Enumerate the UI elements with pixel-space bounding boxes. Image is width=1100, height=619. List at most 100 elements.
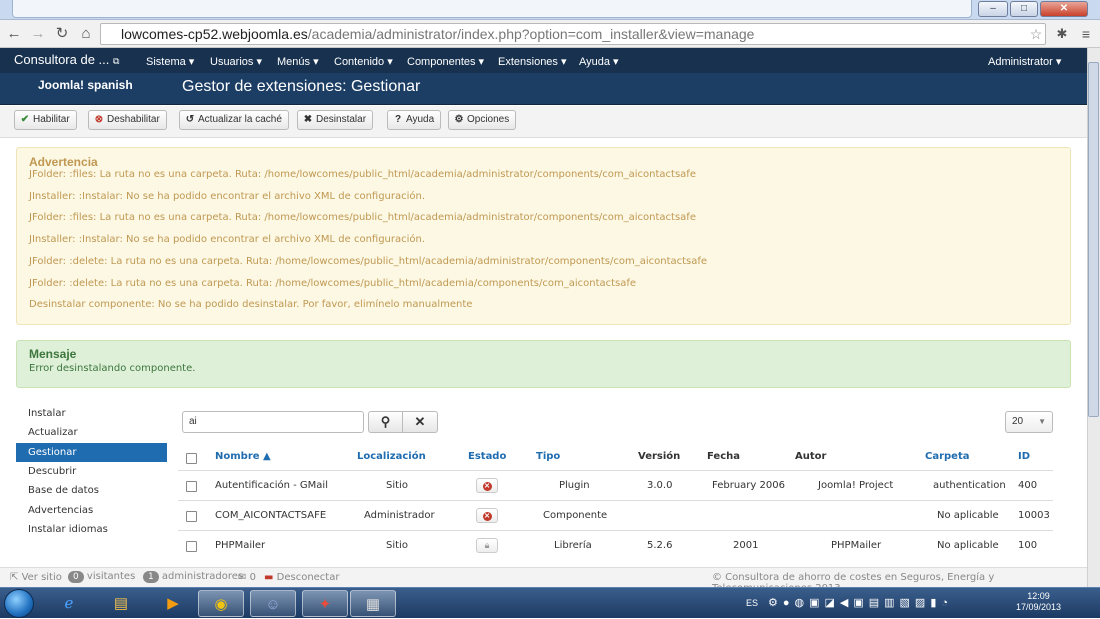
bookmark-star-icon[interactable]: ☆ bbox=[1026, 24, 1046, 44]
state-toggle[interactable]: ✕ bbox=[476, 478, 498, 493]
button-label: Opciones bbox=[467, 114, 510, 125]
column-header-id[interactable]: ID bbox=[1018, 451, 1030, 462]
logout-link[interactable]: ▬ Desconectar bbox=[264, 572, 339, 583]
row-checkbox[interactable] bbox=[186, 541, 197, 552]
start-button[interactable] bbox=[4, 589, 34, 618]
clock[interactable]: 12:09 17/09/2013 bbox=[1016, 591, 1061, 613]
acrobat-icon[interactable]: ✦ bbox=[302, 590, 348, 617]
cancel-icon: ⊗ bbox=[94, 114, 104, 125]
clear-search-button[interactable]: ✕ bbox=[403, 411, 438, 433]
sidebar-item-instalar[interactable]: Instalar bbox=[16, 404, 167, 423]
help-button[interactable]: ? Ayuda bbox=[387, 110, 442, 130]
folder-icon[interactable]: ▤ bbox=[98, 590, 144, 617]
clock-date: 17/09/2013 bbox=[1016, 602, 1062, 612]
home-icon[interactable]: ⌂ bbox=[76, 24, 96, 44]
sidebar-item-instalar-idiomas[interactable]: Instalar idiomas bbox=[16, 520, 167, 539]
row-checkbox[interactable] bbox=[186, 511, 197, 522]
site-brand[interactable]: Consultora de ... ⧉ bbox=[14, 52, 119, 67]
menu-sistema[interactable]: Sistema ▾ bbox=[146, 55, 194, 68]
view-site-label: Ver sitio bbox=[21, 572, 62, 583]
tray-icons[interactable]: ⚙●◍▣◪◀▣▤▥▧▨▮◔ bbox=[768, 596, 953, 609]
url-input[interactable]: lowcomes-cp52.webjoomla.es/academia/admi… bbox=[100, 23, 1046, 45]
cell-id: 10003 bbox=[1018, 510, 1050, 521]
cell-type: Plugin bbox=[559, 480, 590, 491]
page-header: Joomla! spanish Gestor de extensiones: G… bbox=[0, 73, 1087, 105]
column-header-date: Fecha bbox=[707, 451, 741, 462]
search-button[interactable]: ⚲ bbox=[368, 411, 403, 433]
scrollbar-thumb[interactable] bbox=[1088, 62, 1099, 417]
chevron-down-icon: ▼ bbox=[1038, 417, 1046, 426]
back-icon[interactable]: ← bbox=[4, 24, 24, 44]
url-domain: lowcomes-cp52.webjoomla.es bbox=[121, 26, 308, 42]
menu-extensiones[interactable]: Extensiones ▾ bbox=[498, 55, 567, 68]
row-checkbox[interactable] bbox=[186, 481, 197, 492]
sidebar-item-gestionar[interactable]: Gestionar bbox=[16, 443, 167, 462]
disable-button[interactable]: ⊗ Deshabilitar bbox=[88, 110, 167, 130]
close-window-button[interactable]: ✕ bbox=[1040, 1, 1088, 17]
admins-count: 1 bbox=[143, 571, 159, 583]
select-all-checkbox[interactable] bbox=[186, 453, 197, 464]
media-player-icon[interactable]: ▶ bbox=[150, 590, 196, 617]
users-app-icon[interactable]: ☺ bbox=[250, 590, 296, 617]
chrome-icon[interactable]: ◉ bbox=[198, 590, 244, 617]
visitors-badge: 0 visitantes bbox=[68, 571, 135, 583]
maximize-button[interactable]: □ bbox=[1010, 1, 1038, 17]
cell-id: 100 bbox=[1018, 540, 1038, 551]
cell-version: 5.2.6 bbox=[647, 540, 673, 551]
external-link-icon: ⧉ bbox=[113, 56, 120, 66]
site-brand-label: Consultora de ... bbox=[14, 52, 110, 67]
menu-componentes[interactable]: Componentes ▾ bbox=[407, 55, 484, 68]
state-toggle[interactable]: ✕ bbox=[476, 508, 498, 523]
gear-icon: ⚙ bbox=[454, 114, 464, 125]
sidebar-item-actualizar[interactable]: Actualizar bbox=[16, 423, 167, 442]
menu-icon[interactable]: ≡ bbox=[1076, 24, 1096, 44]
menu-menus[interactable]: Menús ▾ bbox=[277, 55, 319, 68]
reload-icon[interactable]: ↻ bbox=[52, 24, 72, 44]
sidebar-item-advertencias[interactable]: Advertencias bbox=[16, 501, 167, 520]
enable-button[interactable]: ✔ Habilitar bbox=[14, 110, 77, 130]
extension-icon[interactable]: ✱ bbox=[1052, 24, 1072, 44]
cell-type: Componente bbox=[543, 510, 608, 521]
browser-tab[interactable] bbox=[12, 0, 972, 18]
menu-usuarios[interactable]: Usuarios ▾ bbox=[210, 55, 262, 68]
column-header-name[interactable]: Nombre ▲ bbox=[215, 451, 271, 462]
disabled-icon: ✕ bbox=[482, 482, 492, 491]
forward-icon[interactable]: → bbox=[28, 24, 48, 44]
cell-author: PHPMailer bbox=[831, 540, 882, 551]
list-limit-select[interactable]: 20 ▼ bbox=[1005, 411, 1053, 433]
warning-line: JFolder: :delete: La ruta no es una carp… bbox=[29, 278, 637, 289]
visitors-label: visitantes bbox=[86, 571, 136, 582]
warning-line: JFolder: :files: La ruta no es una carpe… bbox=[29, 212, 696, 223]
column-header-location[interactable]: Localización bbox=[357, 451, 426, 462]
calculator-icon[interactable]: ▦ bbox=[350, 590, 396, 617]
menu-ayuda[interactable]: Ayuda ▾ bbox=[579, 55, 619, 68]
menu-label: Contenido bbox=[334, 56, 385, 68]
refresh-cache-button[interactable]: ↺ Actualizar la caché bbox=[179, 110, 289, 130]
cell-type: Librería bbox=[554, 540, 592, 551]
messages-link[interactable]: ✉ 0 bbox=[238, 572, 256, 583]
joomla-logo: Joomla! spanish bbox=[38, 78, 133, 92]
check-icon: ✔ bbox=[20, 114, 30, 125]
minimize-button[interactable]: – bbox=[978, 1, 1008, 17]
internet-explorer-icon[interactable]: ℯ bbox=[46, 590, 92, 617]
clock-time: 12:09 bbox=[1027, 591, 1050, 601]
user-menu[interactable]: Administrator ▾ bbox=[988, 55, 1061, 68]
column-header-type[interactable]: Tipo bbox=[536, 451, 560, 462]
button-label: Ayuda bbox=[406, 114, 435, 125]
uninstall-button[interactable]: ✖ Desinstalar bbox=[297, 110, 374, 130]
sidebar-item-base-de-datos[interactable]: Base de datos bbox=[16, 481, 167, 500]
language-indicator[interactable]: ES bbox=[746, 598, 758, 608]
sidebar-item-descubrir[interactable]: Descubrir bbox=[16, 462, 167, 481]
menu-contenido[interactable]: Contenido ▾ bbox=[334, 55, 393, 68]
column-header-folder[interactable]: Carpeta bbox=[925, 451, 970, 462]
cell-folder: authentication bbox=[933, 480, 1006, 491]
cell-name: COM_AICONTACTSAFE bbox=[215, 510, 327, 521]
search-input[interactable]: ai bbox=[182, 411, 364, 433]
table-row: Autentificación - GMail Sitio ✕ Plugin 3… bbox=[178, 470, 1053, 499]
button-label: Desinstalar bbox=[316, 114, 367, 125]
visitors-count: 0 bbox=[68, 571, 84, 583]
view-site-link[interactable]: ⇱ Ver sitio bbox=[10, 572, 62, 583]
options-button[interactable]: ⚙ Opciones bbox=[448, 110, 517, 130]
column-header-state[interactable]: Estado bbox=[468, 451, 506, 462]
user-label: Administrator bbox=[988, 56, 1053, 68]
